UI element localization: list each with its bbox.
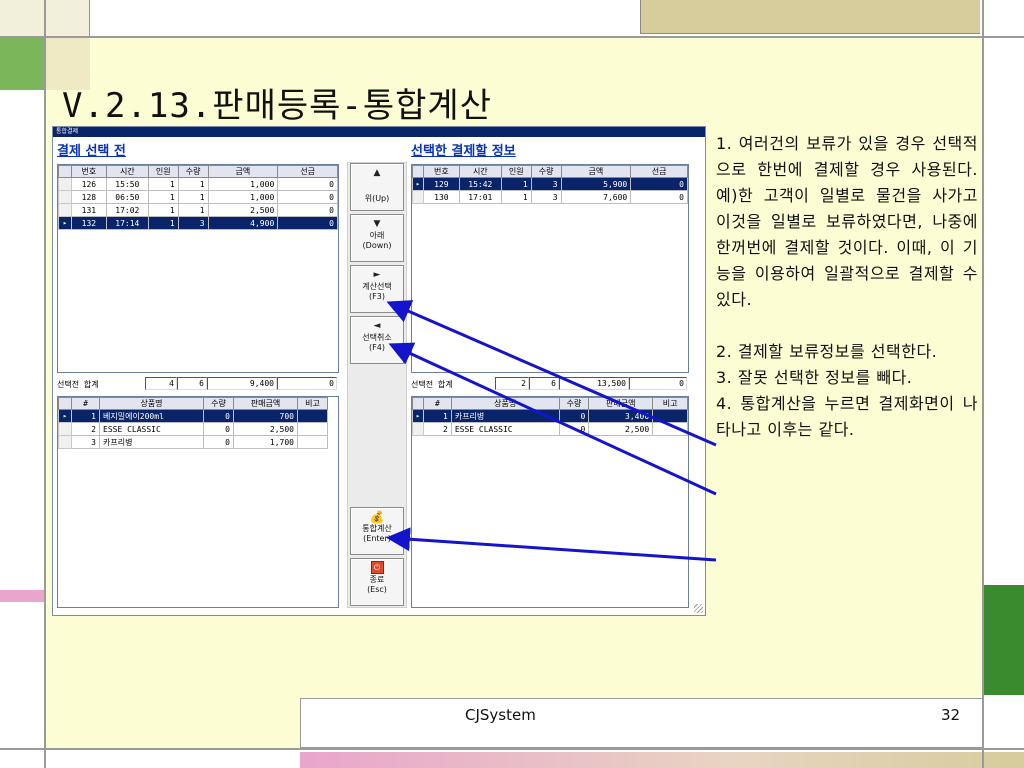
note-3: 3. 잘못 선택한 정보를 빼다.: [716, 368, 913, 387]
explanation-notes: 1. 여러건의 보류가 있을 경우 선택적으로 한번에 결제할 경우 사용된다.…: [716, 131, 978, 443]
page-number: 32: [941, 706, 961, 724]
callout-arrow-select: [386, 300, 717, 447]
note-4: 4. 통합계산을 누르면 결제화면이 나타나고 이후는 같다.: [716, 394, 978, 439]
callout-arrow-merge: [386, 527, 717, 562]
callout-arrow-cancel: [388, 342, 717, 496]
note-1: 1. 여러건의 보류가 있을 경우 선택적으로 한번에 결제할 경우 사용된다.…: [716, 134, 978, 309]
slide: V.2.13.판매등록-통합계산 통합결제 결제 선택 전 선택한 결제할 정보…: [0, 0, 1024, 768]
note-2: 2. 결제할 보류정보를 선택한다.: [716, 342, 938, 361]
footer-company: CJSystem: [465, 706, 536, 724]
